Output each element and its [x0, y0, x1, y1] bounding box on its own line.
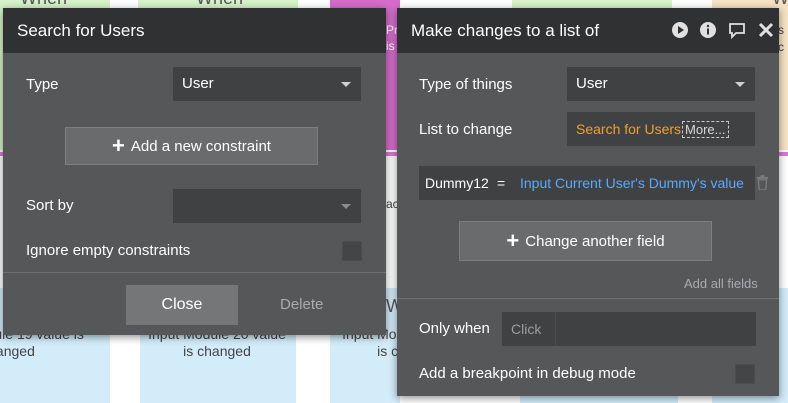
field-change-row[interactable]: Dummy12 = Input Current User's Dummy's v…: [419, 166, 755, 200]
field-name[interactable]: Dummy12: [425, 166, 489, 200]
panel-title: Make changes to a list of U: [411, 21, 601, 40]
delete-button[interactable]: Delete: [280, 296, 323, 313]
close-icon[interactable]: [757, 21, 775, 39]
type-value: User: [182, 75, 214, 92]
divider: [397, 298, 779, 299]
only-when-label: Only when: [419, 320, 490, 337]
list-to-change-value[interactable]: Search for Users: [576, 121, 681, 137]
panel-title: Search for Users: [17, 21, 145, 40]
make-changes-panel: Make changes to a list of U Type of thin…: [397, 8, 779, 396]
comment-icon[interactable]: [727, 21, 747, 39]
bg-fragment-s: s c: [778, 23, 784, 54]
chevron-down-icon: [341, 82, 351, 87]
plus-icon: +: [112, 133, 125, 158]
close-label: Close: [161, 296, 203, 313]
type-label: Type: [26, 76, 59, 93]
close-button[interactable]: Close: [126, 285, 238, 325]
add-constraint-button[interactable]: + Add a new constraint: [65, 127, 318, 165]
chevron-down-icon: [341, 204, 351, 209]
only-when-placeholder: Click: [511, 312, 557, 346]
chevron-down-icon: [735, 82, 745, 87]
only-when-input[interactable]: Click: [502, 312, 756, 346]
divider: [3, 272, 386, 273]
add-constraint-label: Add a new constraint: [130, 138, 271, 155]
play-icon[interactable]: [671, 21, 689, 39]
search-for-users-panel: Search for Users Type User + Add a new co…: [3, 8, 386, 335]
ignore-empty-checkbox[interactable]: [342, 241, 362, 261]
field-value[interactable]: Input Current User's Dummy's value: [520, 166, 744, 200]
change-another-field-button[interactable]: + Change another field: [459, 221, 712, 261]
breakpoint-label: Add a breakpoint in debug mode: [419, 365, 636, 382]
panel-header: Make changes to a list of U: [397, 8, 779, 53]
list-to-change-input[interactable]: Search for Users More...: [567, 112, 755, 146]
type-of-things-value: User: [576, 75, 608, 92]
field-operator: =: [497, 175, 506, 191]
type-of-things-label: Type of things: [419, 76, 513, 93]
plus-icon: +: [506, 228, 520, 253]
info-icon[interactable]: [699, 21, 717, 39]
type-of-things-dropdown[interactable]: User: [567, 67, 755, 101]
ignore-empty-label: Ignore empty constraints: [26, 242, 191, 259]
add-all-fields-link[interactable]: Add all fields: [684, 276, 758, 291]
bg-fragment-is: is: [386, 39, 395, 53]
trash-icon[interactable]: [756, 175, 769, 190]
change-field-label: Change another field: [525, 233, 665, 250]
panel-header: Search for Users: [3, 8, 386, 53]
list-to-change-label: List to change: [419, 121, 513, 138]
more-link[interactable]: More...: [682, 121, 729, 138]
sort-by-dropdown[interactable]: [173, 189, 361, 223]
type-dropdown[interactable]: User: [173, 67, 361, 101]
breakpoint-checkbox[interactable]: [735, 364, 755, 384]
sort-by-label: Sort by: [26, 197, 74, 214]
